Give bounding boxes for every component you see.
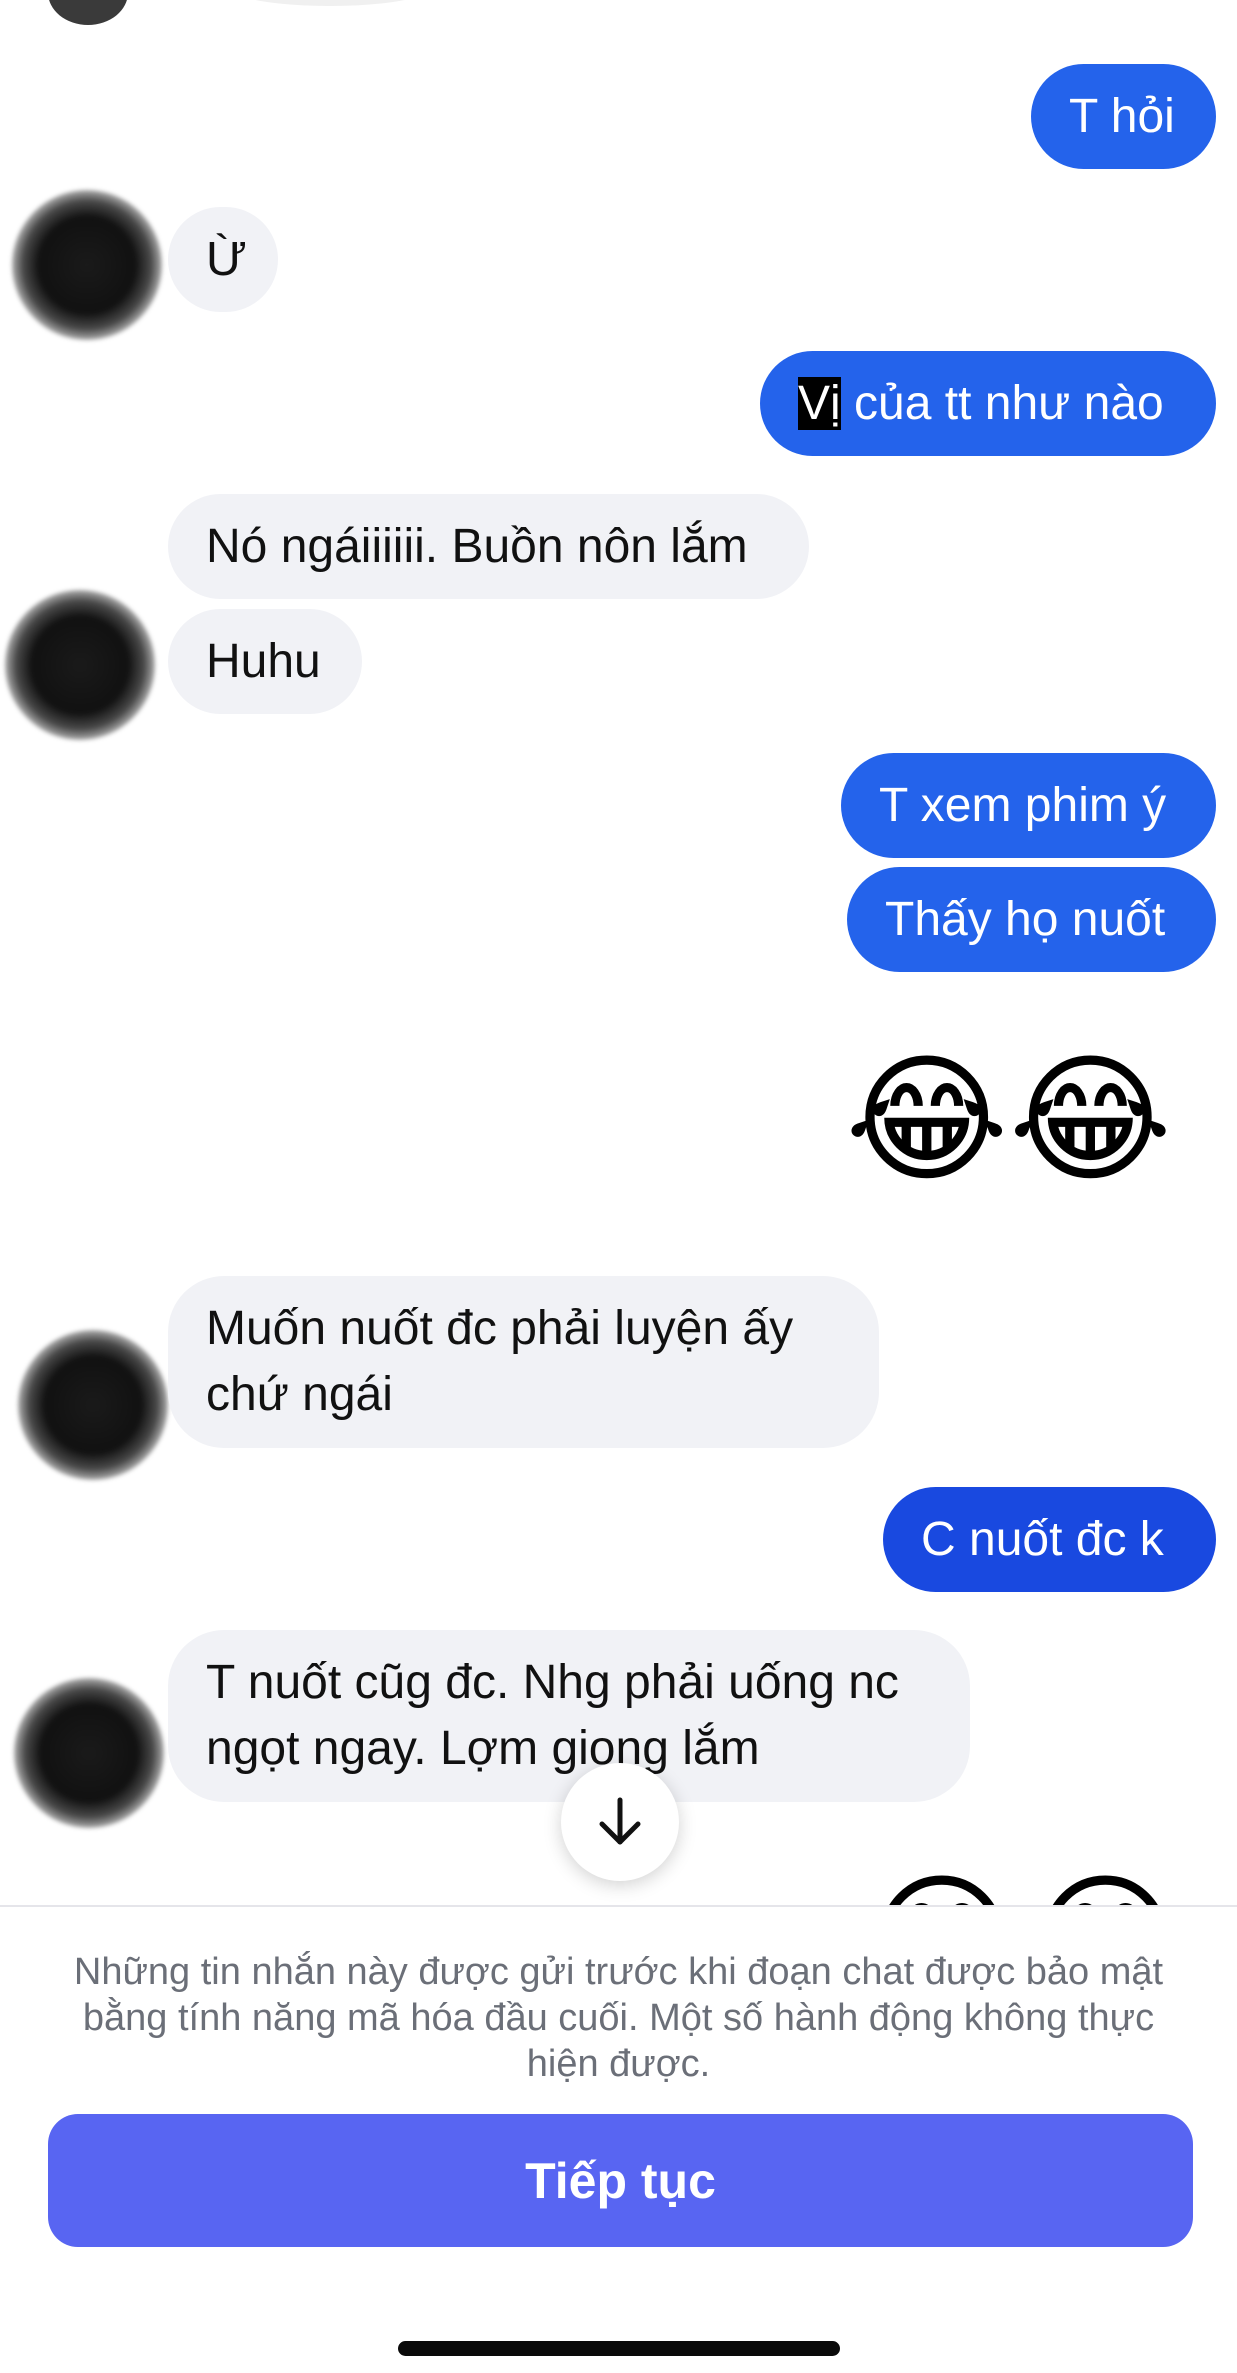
avatar[interactable] <box>12 190 162 340</box>
scroll-to-bottom-button[interactable] <box>561 1763 679 1881</box>
home-indicator[interactable] <box>398 2341 840 2356</box>
incoming-message[interactable]: T nuốt cũg đc. Nhg phải uống nc ngọt nga… <box>168 1630 970 1802</box>
incoming-message[interactable]: Ừ <box>168 207 278 312</box>
continue-button[interactable]: Tiếp tục <box>48 2114 1193 2247</box>
incoming-message[interactable]: Nó ngáiiiiii. Buồn nôn lắm <box>168 494 809 599</box>
outgoing-message[interactable]: C nuốt đc k <box>883 1487 1216 1592</box>
avatar[interactable] <box>14 1678 164 1828</box>
incoming-message[interactable]: Huhu <box>168 609 362 714</box>
avatar[interactable] <box>48 0 128 25</box>
encryption-footer: Những tin nhắn này được gửi trước khi đo… <box>0 1905 1237 2373</box>
outgoing-message[interactable]: T hỏi <box>1031 64 1216 169</box>
outgoing-message[interactable]: T xem phim ý <box>841 753 1216 858</box>
message-text: của tt như nào <box>840 377 1164 430</box>
text-selection[interactable]: Vị <box>798 377 841 430</box>
top-partial-element <box>230 0 430 6</box>
avatar[interactable] <box>18 1330 168 1480</box>
outgoing-message[interactable]: Vị của tt như nào <box>760 351 1216 456</box>
outgoing-message[interactable]: Thấy họ nuốt <box>847 867 1216 972</box>
emoji-message[interactable]: 😂😂 <box>845 1040 1172 1200</box>
encryption-notice: Những tin nhắn này được gửi trước khi đo… <box>73 1951 1164 2085</box>
incoming-message[interactable]: Muốn nuốt đc phải luyện ấy chứ ngái <box>168 1276 879 1448</box>
arrow-down-icon <box>599 1797 641 1845</box>
avatar[interactable] <box>5 590 155 740</box>
